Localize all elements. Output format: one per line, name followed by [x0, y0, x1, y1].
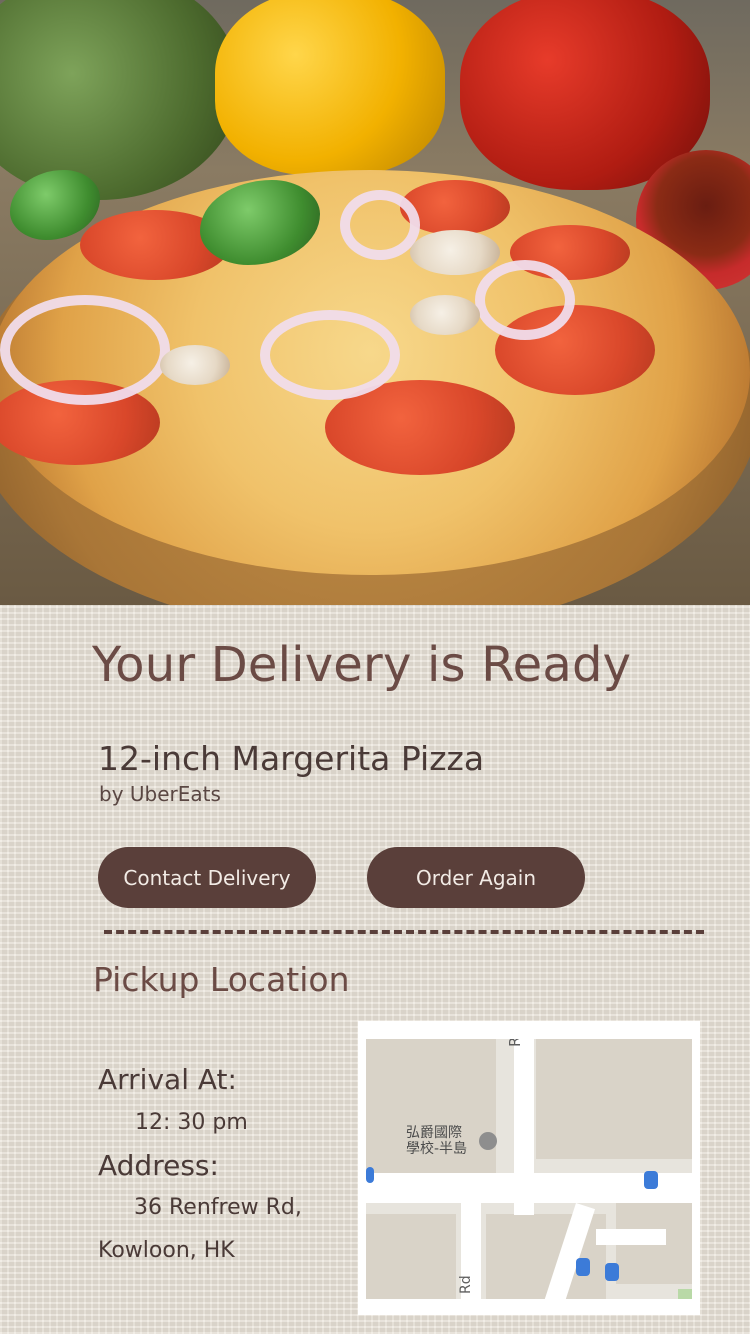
onion-ring — [0, 295, 170, 405]
mushroom — [160, 345, 230, 385]
address-line-1: 36 Renfrew Rd, — [134, 1195, 302, 1220]
bus-stop-icon[interactable] — [576, 1258, 590, 1276]
mint-leaves — [200, 180, 320, 265]
rd-label: Rd — [458, 1275, 474, 1294]
pickup-location-title: Pickup Location — [93, 960, 350, 999]
map-block — [536, 1039, 692, 1159]
order-again-button[interactable]: Order Again — [367, 847, 585, 908]
bus-stop-icon[interactable] — [366, 1167, 374, 1183]
map-card[interactable]: 弘爵國際 學校-半島 Renfrew R Rd — [358, 1021, 700, 1315]
page-title: Your Delivery is Ready — [92, 637, 632, 693]
item-name: 12-inch Margerita Pizza — [98, 739, 485, 778]
address-line-2: Kowloon, HK — [98, 1238, 235, 1263]
bus-stop-icon[interactable] — [644, 1171, 658, 1189]
school-label: 弘爵國際 學校-半島 — [406, 1125, 468, 1157]
arrival-label: Arrival At: — [98, 1063, 237, 1096]
contact-delivery-button[interactable]: Contact Delivery — [98, 847, 316, 908]
map-park — [678, 1289, 692, 1299]
street-label: Renfrew R — [506, 1039, 524, 1047]
arrival-time: 12: 30 pm — [135, 1110, 248, 1135]
map[interactable]: 弘爵國際 學校-半島 Renfrew R Rd — [366, 1039, 692, 1299]
yellow-pepper — [215, 0, 445, 175]
pizza — [0, 170, 750, 575]
dashed-divider — [104, 930, 704, 934]
order-again-label: Order Again — [415, 865, 537, 890]
item-vendor: by UberEats — [99, 782, 221, 806]
onion-ring — [475, 260, 575, 340]
map-block — [366, 1039, 496, 1189]
mushroom — [410, 230, 500, 275]
school-icon — [479, 1132, 497, 1150]
map-road — [596, 1229, 666, 1245]
onion-ring — [340, 190, 420, 260]
address-label: Address: — [98, 1149, 219, 1182]
delivery-ready-screen: Your Delivery is Ready 12-inch Margerita… — [0, 0, 750, 1334]
map-block — [366, 1214, 456, 1299]
bus-stop-icon[interactable] — [605, 1263, 619, 1281]
background-herbs — [0, 0, 240, 200]
mushroom — [410, 295, 480, 335]
onion-ring — [260, 310, 400, 400]
hero-food-image — [0, 0, 750, 605]
contact-delivery-label: Contact Delivery — [123, 865, 291, 890]
